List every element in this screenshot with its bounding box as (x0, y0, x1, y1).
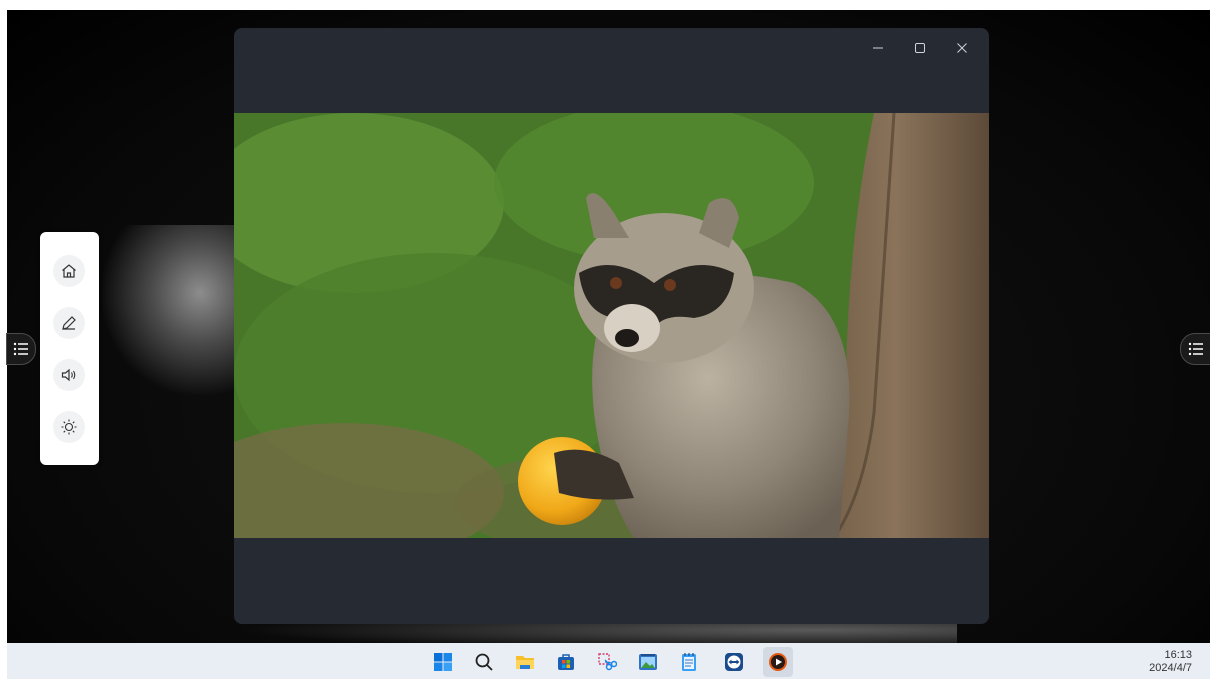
video-frame[interactable] (234, 113, 989, 538)
media-player-icon (769, 653, 787, 671)
search-icon (475, 653, 493, 671)
video-content-raccoon (234, 113, 989, 538)
minimize-button[interactable] (857, 34, 899, 62)
volume-icon (61, 368, 76, 382)
home-button[interactable] (53, 255, 85, 287)
notepad-button[interactable] (678, 651, 700, 673)
maximize-button[interactable] (899, 34, 941, 62)
media-viewer-button[interactable] (637, 651, 659, 673)
media-viewer-icon (639, 654, 657, 670)
system-clock[interactable]: 16:13 2024/4/7 (1149, 649, 1192, 675)
windows-start-icon (434, 653, 452, 671)
start-button[interactable] (432, 651, 454, 673)
clock-time: 16:13 (1164, 649, 1192, 661)
volume-button[interactable] (53, 359, 85, 391)
background-fur (102, 225, 242, 395)
taskbar: 16:13 2024/4/7 (7, 643, 1210, 679)
pen-icon (62, 316, 76, 330)
menu-list-icon (1188, 342, 1203, 356)
folder-icon (516, 656, 534, 669)
pen-button[interactable] (53, 307, 85, 339)
minimize-icon (873, 47, 883, 49)
file-explorer-button[interactable] (514, 651, 536, 673)
home-icon (62, 264, 76, 278)
teamviewer-icon (725, 653, 743, 671)
left-side-menu-handle[interactable] (6, 333, 36, 365)
maximize-icon (915, 43, 925, 53)
media-player-button[interactable] (763, 647, 793, 677)
search-button[interactable] (473, 651, 495, 673)
clock-date: 2024/4/7 (1149, 662, 1192, 674)
close-button[interactable] (941, 34, 983, 62)
scissors-icon (598, 653, 617, 671)
teamviewer-button[interactable] (723, 651, 745, 673)
menu-list-icon (13, 342, 28, 356)
media-player-window (234, 28, 989, 624)
right-side-menu-handle[interactable] (1180, 333, 1210, 365)
store-button[interactable] (555, 651, 577, 673)
close-icon (957, 43, 967, 53)
snipping-tool-button[interactable] (596, 651, 618, 673)
brightness-icon (61, 419, 77, 435)
brightness-button[interactable] (53, 411, 85, 443)
notepad-icon (682, 653, 696, 671)
store-icon (558, 654, 574, 670)
window-controls (857, 34, 983, 62)
floating-tool-panel (40, 232, 99, 465)
